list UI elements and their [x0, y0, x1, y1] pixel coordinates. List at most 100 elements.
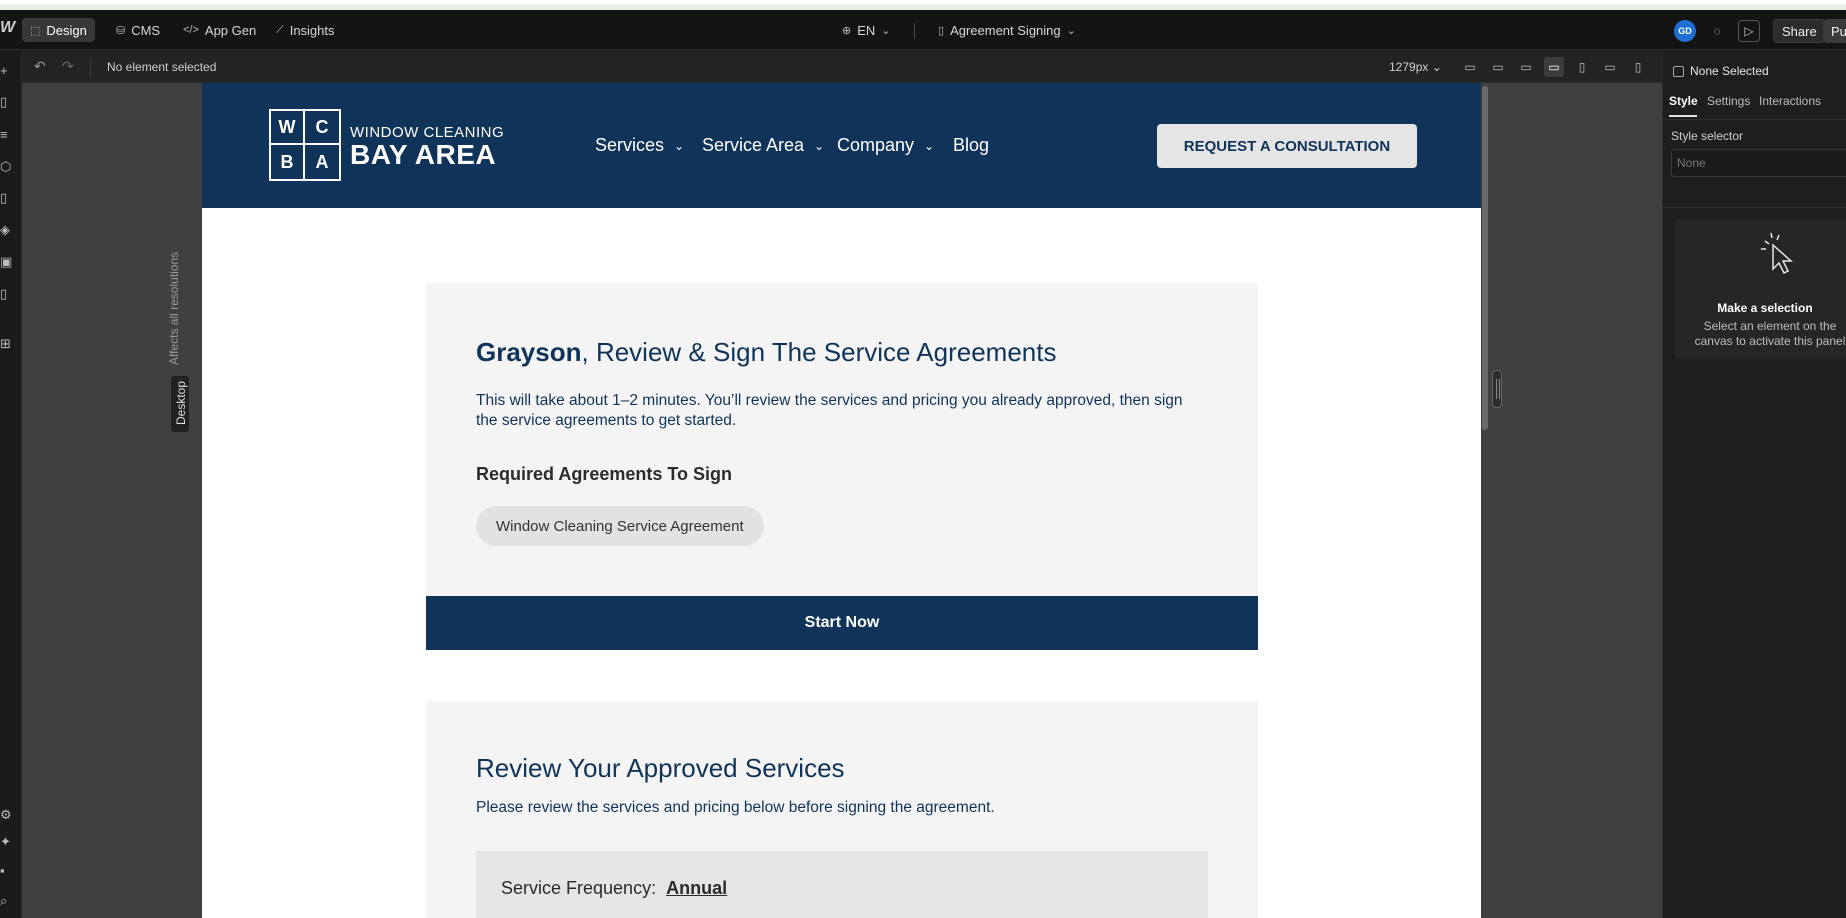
review-description: Please review the services and pricing b…: [476, 799, 995, 816]
request-consultation-button[interactable]: REQUEST A CONSULTATION: [1157, 124, 1417, 168]
undo-icon[interactable]: ↶: [34, 58, 46, 75]
chevron-down-icon: ⌄: [1066, 24, 1076, 37]
nav-service-area[interactable]: Service Area ⌄: [702, 135, 824, 156]
navigator-icon[interactable]: ≡: [0, 127, 16, 143]
database-icon: ⛁: [116, 24, 126, 37]
active-tab-indicator: [1669, 115, 1697, 117]
breakpoint-desktop-icon[interactable]: ▭: [1544, 57, 1564, 77]
tab-interactions[interactable]: Interactions: [1759, 94, 1821, 108]
app-logo[interactable]: W: [0, 19, 15, 37]
breakpoint-tablet-icon[interactable]: ▯: [1572, 57, 1592, 77]
left-toolbar: + ▯ ≡ ⬡ ▯ ◈ ▣ ▯ ⊞ ⚙ ✦ ▪ ⌕: [0, 51, 22, 918]
site-page[interactable]: W C B A WINDOW CLEANING BAY AREA Service…: [202, 83, 1481, 918]
apps-icon[interactable]: ⊞: [0, 336, 16, 352]
add-icon[interactable]: +: [0, 63, 16, 79]
breakpoint-xxl-icon[interactable]: ▭: [1460, 57, 1480, 77]
brand-letter: W: [271, 111, 305, 145]
search-icon[interactable]: ⌕: [0, 893, 16, 909]
components-icon[interactable]: ⬡: [0, 159, 16, 175]
canvas-scrollbar[interactable]: [1482, 86, 1488, 430]
nav-blog-label: Blog: [953, 135, 990, 155]
frequency-label: Service Frequency:: [501, 878, 657, 898]
brand-letter: B: [271, 145, 305, 179]
tab-design[interactable]: ⬚ Design: [22, 18, 95, 42]
avatar[interactable]: GD: [1674, 20, 1696, 42]
affects-all-resolutions: Affects all resolutions: [166, 248, 181, 368]
canvas-width-value: 1279px: [1389, 60, 1429, 74]
divider: [914, 23, 915, 39]
chevron-down-icon: ⌄: [924, 138, 935, 153]
preview-icon[interactable]: ▷: [1738, 20, 1760, 42]
title-text: , Review & Sign The Service Agreements: [581, 337, 1057, 367]
agreement-chip: Window Cleaning Service Agreement: [476, 506, 764, 546]
divider: [1663, 207, 1846, 208]
nav-services-label: Services: [595, 135, 665, 155]
globe-icon: ⊕: [842, 24, 852, 37]
locale-selector[interactable]: ⊕ EN ⌄: [834, 18, 899, 42]
variables-icon[interactable]: ◈: [0, 222, 16, 238]
brand-logo[interactable]: W C B A: [269, 109, 341, 181]
browser-top-strip: [0, 0, 1846, 10]
chart-icon: ⟋: [276, 23, 284, 36]
intro-description: This will take about 1–2 minutes. You’ll…: [476, 392, 1183, 429]
chevron-down-icon: ⌄: [881, 24, 891, 37]
affects-label: Affects all resolutions: [167, 251, 181, 365]
chevron-down-icon: ⌄: [1431, 60, 1442, 74]
start-now-button[interactable]: Start Now: [426, 596, 1258, 650]
brand-letter: A: [315, 151, 329, 172]
style-selector-input[interactable]: None: [1671, 149, 1846, 177]
settings-icon[interactable]: ⚙: [0, 807, 16, 823]
page-selector[interactable]: ▯ Agreement Signing ⌄: [930, 18, 1084, 42]
pages-icon[interactable]: ▯: [0, 94, 16, 110]
selection-checkbox-row[interactable]: None Selected: [1673, 64, 1769, 78]
chevron-down-icon: ⌄: [814, 138, 825, 153]
breakpoint-large-icon[interactable]: ▭: [1516, 57, 1536, 77]
cms-collections-icon[interactable]: ▯: [0, 190, 16, 206]
brand-letter: C: [305, 111, 339, 145]
redo-icon[interactable]: ↷: [62, 58, 74, 75]
library-icon[interactable]: ▯: [0, 286, 16, 302]
divider: [90, 57, 91, 77]
locale-label: EN: [857, 22, 876, 38]
checkbox[interactable]: [1673, 65, 1684, 77]
code-icon: </>: [183, 24, 199, 36]
nav-services[interactable]: Services ⌄: [595, 135, 684, 156]
empty-title: Make a selection: [1717, 301, 1813, 315]
comments-icon[interactable]: ◌: [1706, 20, 1728, 42]
stop-icon[interactable]: ▪: [0, 863, 16, 879]
breakpoint-mobile-landscape-icon[interactable]: ▭: [1600, 57, 1620, 77]
ai-assistant-icon[interactable]: ✦: [0, 834, 16, 850]
breakpoint-tag: Desktop: [171, 376, 189, 432]
share-button[interactable]: Share: [1773, 19, 1826, 43]
chevron-down-icon: ⌄: [674, 138, 685, 153]
breakpoint-xl-icon[interactable]: ▭: [1488, 57, 1508, 77]
page-icon: ▯: [938, 24, 945, 37]
required-agreements-heading: Required Agreements To Sign: [476, 464, 733, 484]
nav-blog[interactable]: Blog: [953, 135, 989, 156]
review-services-card: Review Your Approved Services Please rev…: [426, 701, 1258, 918]
canvas-width-readout[interactable]: 1279px ⌄: [1389, 60, 1442, 74]
tab-cms[interactable]: ⛁ CMS: [108, 18, 168, 42]
assets-icon[interactable]: ▣: [0, 254, 16, 270]
breakpoint-label: Desktop: [174, 380, 188, 426]
breakpoint-mobile-portrait-icon[interactable]: ▯: [1628, 57, 1648, 77]
site-header: W C B A WINDOW CLEANING BAY AREA Service…: [202, 83, 1481, 208]
nav-company[interactable]: Company ⌄: [837, 135, 934, 156]
publish-button[interactable]: Pu: [1823, 19, 1846, 43]
client-name: Grayson: [476, 337, 582, 367]
cursor-click-icon: [1761, 232, 1793, 275]
tab-settings[interactable]: Settings: [1707, 94, 1750, 108]
frequency-value[interactable]: Annual: [666, 878, 727, 898]
tab-style[interactable]: Style: [1669, 94, 1698, 108]
tab-app-gen-label: App Gen: [204, 22, 257, 38]
tab-insights[interactable]: ⟋ Insights: [268, 18, 343, 42]
tab-app-gen[interactable]: </> App Gen: [175, 18, 264, 42]
canvas-resize-handle[interactable]: [1492, 370, 1502, 408]
canvas-toolbar: ↶ ↷ No element selected 1279px ⌄ ▭ ▭ ▭ ▭…: [22, 51, 1662, 83]
brand-title: BAY AREA: [350, 139, 497, 170]
designer-top-bar: W ⬚ Design ⛁ CMS </> App Gen ⟋ Insights …: [0, 10, 1846, 50]
service-frequency-box: Service Frequency: Annual: [476, 851, 1208, 918]
page-selector-label: Agreement Signing: [950, 22, 1061, 38]
design-icon: ⬚: [30, 24, 41, 37]
selection-status: No element selected: [107, 60, 217, 74]
